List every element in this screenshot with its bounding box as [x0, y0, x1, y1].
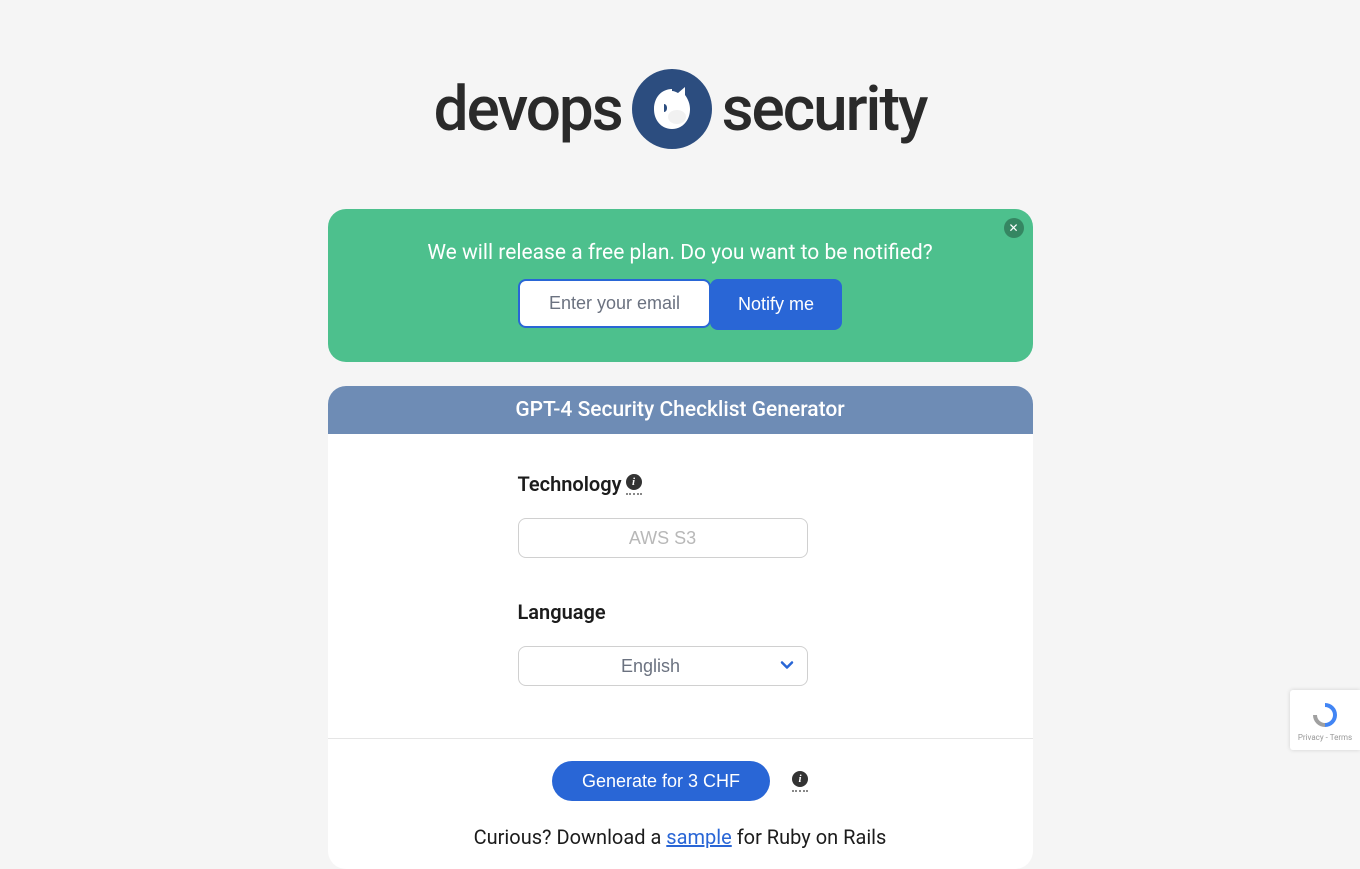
- language-label: Language: [518, 600, 843, 624]
- banner-message: We will release a free plan. Do you want…: [368, 241, 993, 265]
- generator-card: GPT-4 Security Checklist Generator Techn…: [328, 386, 1033, 869]
- sample-link[interactable]: sample: [666, 825, 731, 849]
- notify-button[interactable]: Notify me: [710, 279, 842, 330]
- logo: devops security: [164, 69, 1197, 149]
- technology-label: Technology i: [518, 472, 843, 496]
- email-input[interactable]: [518, 279, 711, 328]
- close-banner-button[interactable]: ✕: [1004, 218, 1024, 238]
- logo-text-right: security: [722, 73, 927, 146]
- card-header: GPT-4 Security Checklist Generator: [328, 386, 1033, 434]
- curious-text: Curious? Download a sample for Ruby on R…: [368, 825, 993, 849]
- logo-icon: [632, 69, 712, 149]
- technology-input[interactable]: [518, 518, 808, 558]
- technology-info-icon[interactable]: i: [626, 474, 642, 495]
- generate-info-icon[interactable]: i: [792, 771, 808, 792]
- close-icon: ✕: [1008, 222, 1018, 234]
- fox-icon: [642, 79, 702, 139]
- language-select[interactable]: English: [518, 646, 808, 686]
- recaptcha-links: Privacy - Terms: [1298, 733, 1352, 742]
- generate-button[interactable]: Generate for 3 CHF: [552, 761, 770, 801]
- recaptcha-badge: Privacy - Terms: [1290, 690, 1360, 750]
- card-title: GPT-4 Security Checklist Generator: [348, 398, 1013, 422]
- notification-banner: ✕ We will release a free plan. Do you wa…: [328, 209, 1033, 362]
- logo-text-left: devops: [434, 73, 622, 146]
- recaptcha-icon: [1309, 699, 1341, 731]
